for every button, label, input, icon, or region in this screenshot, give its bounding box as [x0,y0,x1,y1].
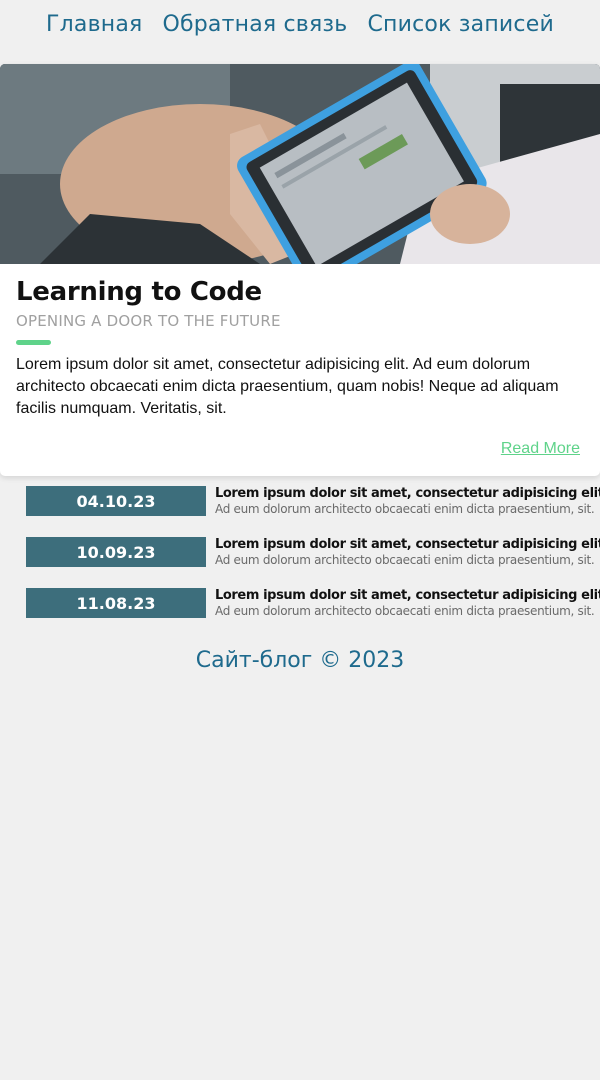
featured-post-card: Learning to Code OPENING A DOOR TO THE F… [0,64,600,476]
accent-divider [16,340,51,345]
entry-description: Ad eum dolorum architecto obcaecati enim… [215,502,595,516]
entry-title[interactable]: Lorem ipsum dolor sit amet, consectetur … [215,588,600,604]
entry-title[interactable]: Lorem ipsum dolor sit amet, consectetur … [215,537,600,553]
read-more-link[interactable]: Read More [501,440,580,458]
entry-text: Lorem ipsum dolor sit amet, consectetur … [215,537,600,567]
entry-description: Ad eum dolorum architecto obcaecati enim… [215,604,595,618]
list-item[interactable]: 11.08.23 Lorem ipsum dolor sit amet, con… [26,588,600,619]
entry-description: Ad eum dolorum architecto obcaecati enim… [215,553,595,567]
entries-list: 04.10.23 Lorem ipsum dolor sit amet, con… [26,486,600,639]
entry-date-badge: 11.08.23 [26,588,206,618]
main-nav: Главная Обратная связь Список записей [0,0,600,48]
list-item[interactable]: 10.09.23 Lorem ipsum dolor sit amet, con… [26,537,600,568]
entry-text: Lorem ipsum dolor sit amet, consectetur … [215,486,600,516]
post-title: Learning to Code [16,277,262,307]
hero-image [0,64,600,264]
nav-link-feedback[interactable]: Обратная связь [162,12,347,37]
entry-date-badge: 10.09.23 [26,537,206,567]
list-item[interactable]: 04.10.23 Lorem ipsum dolor sit amet, con… [26,486,600,517]
nav-link-entries[interactable]: Список записей [367,12,553,37]
nav-link-home[interactable]: Главная [46,12,142,37]
entry-title[interactable]: Lorem ipsum dolor sit amet, consectetur … [215,486,600,502]
post-excerpt: Lorem ipsum dolor sit amet, consectetur … [16,356,559,417]
entry-date-badge: 04.10.23 [26,486,206,516]
site-footer: Сайт-блог © 2023 [195,648,405,673]
entry-text: Lorem ipsum dolor sit amet, consectetur … [215,588,600,618]
post-subtitle: OPENING A DOOR TO THE FUTURE [16,312,281,330]
